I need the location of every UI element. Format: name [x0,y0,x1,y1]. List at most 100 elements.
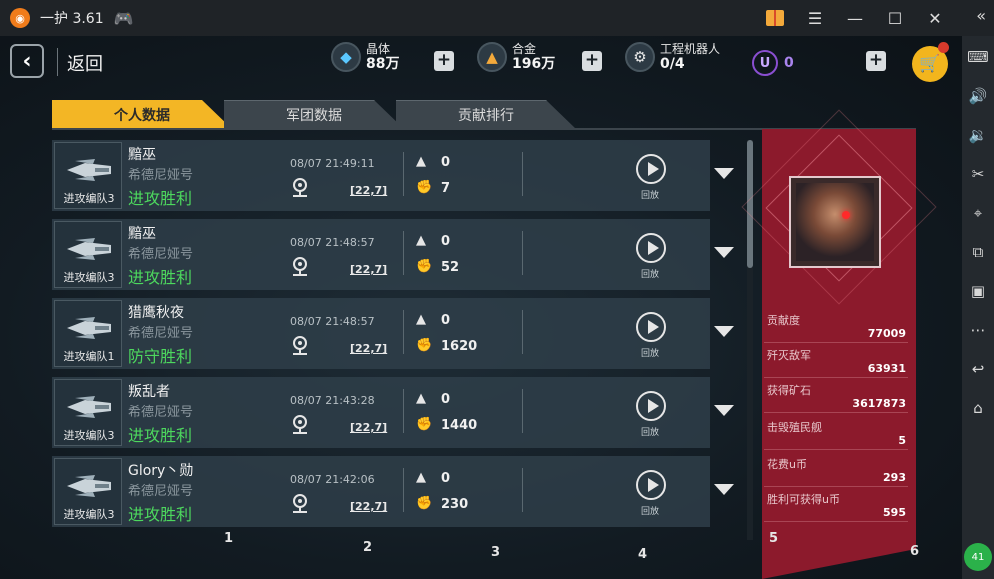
game-screen: ‹ 返回 ◆ 晶体 88万 + ▲ 合金 196万 + ⚙ 工程机器人 0/4 [0,36,962,579]
spaceship-icon [67,317,111,339]
back-button[interactable]: ‹ [10,44,44,78]
opponent-name: 黯巫 [128,147,156,163]
android-home-icon[interactable]: ⌂ [967,397,989,419]
battle-location: 希德尼娅号 [128,247,194,262]
battle-row[interactable]: 进攻编队3 黯巫 希德尼娅号 进攻胜利 08/07 21:48:57 [22,7… [52,219,734,290]
menu-icon[interactable]: ☰ [804,7,826,29]
map-pin-icon [293,415,307,434]
fleet-label: 进攻编队3 [63,192,115,205]
android-back-icon[interactable]: ↩ [967,358,989,380]
keyboard-icon[interactable]: ⌨ [967,46,989,68]
ship-loss-icon: ▲ [416,312,426,327]
coordinate-link[interactable]: [22,7] [350,421,387,434]
kills-value: 230 [441,497,469,512]
robot-label: 工程机器人 [660,42,721,56]
replay-button[interactable] [636,154,666,184]
location-icon[interactable]: ⌖ [967,202,989,224]
column-marker-1: 1 [224,531,234,546]
tab-legion-data[interactable]: 军团数据 [224,100,404,129]
volume-down-icon[interactable]: 🔉 [967,124,989,146]
add-alloy-button[interactable]: + [582,51,602,71]
replay-label: 回放 [641,270,660,280]
add-ucoin-button[interactable]: + [866,51,886,71]
coordinate-link[interactable]: [22,7] [350,263,387,276]
stat-label: 击毁殖民舰 [767,421,822,434]
coordinate-link[interactable]: [22,7] [350,342,387,355]
map-pin-icon [293,257,307,276]
stat-value: 77009 [867,327,906,340]
fleet-unit-icon: 进攻编队1 [54,300,122,367]
multi-instance-icon[interactable]: ⧉ [967,241,989,263]
losses-value: 0 [441,313,451,328]
collapse-sidebar-icon[interactable]: « [976,6,986,25]
battle-time: 08/07 21:48:57 [290,236,375,249]
expand-chevron-icon[interactable] [714,168,734,179]
fleet-label: 进攻编队1 [63,350,115,363]
alloy-label: 合金 [512,42,537,56]
stat-label: 花费u币 [767,458,807,471]
alloy-icon: ▲ [477,42,507,72]
coordinate-link[interactable]: [22,7] [350,184,387,197]
close-icon[interactable]: ✕ [924,7,946,29]
alloy-value: 196万 [512,56,556,72]
robot-resource: ⚙ 工程机器人 0/4 [625,42,720,72]
spaceship-icon [67,238,111,260]
opponent-name: 黯巫 [128,226,156,242]
stat-value: 63931 [867,362,906,375]
fist-icon: ✊ [416,259,433,274]
stat-label: 获得矿石 [767,384,811,397]
maximize-icon[interactable]: ☐ [884,7,906,29]
fist-icon: ✊ [416,338,433,353]
back-label[interactable]: 返回 [67,50,103,76]
fleet-label: 进攻编队3 [63,271,115,284]
more-icon[interactable]: ⋯ [967,319,989,341]
window-title: 一护 3.61 [40,11,104,27]
battle-time: 08/07 21:49:11 [290,157,375,170]
losses-value: 0 [441,234,451,249]
expand-chevron-icon[interactable] [714,247,734,258]
expand-chevron-icon[interactable] [714,484,734,495]
divider [522,389,523,433]
divider [403,231,404,275]
add-crystal-button[interactable]: + [434,51,454,71]
stat-divider [764,377,908,378]
replay-button[interactable] [636,233,666,263]
battle-location: 希德尼娅号 [128,326,194,341]
coordinate-link[interactable]: [22,7] [350,500,387,513]
replay-button[interactable] [636,312,666,342]
minimize-icon[interactable]: — [844,7,866,29]
ship-loss-icon: ▲ [416,391,426,406]
battle-row[interactable]: 进攻编队1 猎鹰秋夜 希德尼娅号 防守胜利 08/07 21:48:57 [22… [52,298,734,369]
fleet-unit-icon: 进攻编队3 [54,458,122,525]
battle-row[interactable]: 进攻编队3 黯巫 希德尼娅号 进攻胜利 08/07 21:49:11 [22,7… [52,140,734,211]
replay-label: 回放 [641,507,660,517]
tab-personal-data[interactable]: 个人数据 [52,100,232,129]
stat-label: 贡献度 [767,314,800,327]
apk-install-icon[interactable]: ▣ [967,280,989,302]
notification-badge[interactable]: 41 [964,543,992,571]
fleet-label: 进攻编队3 [63,508,115,521]
replay-button[interactable] [636,391,666,421]
gamepad-icon[interactable]: 🎮 [114,9,134,28]
tab-contribution-ranking[interactable]: 贡献排行 [396,100,576,129]
kills-value: 52 [441,260,460,275]
expand-chevron-icon[interactable] [714,326,734,337]
battle-time: 08/07 21:43:28 [290,394,375,407]
battle-row[interactable]: 进攻编队3 Glory丶勋 希德尼娅号 进攻胜利 08/07 21:42:06 … [52,456,734,527]
divider [522,310,523,354]
stat-value: 595 [883,506,906,519]
replay-button[interactable] [636,470,666,500]
gift-icon[interactable] [764,7,786,29]
expand-chevron-icon[interactable] [714,405,734,416]
map-pin-icon [293,494,307,513]
losses-value: 0 [441,392,451,407]
column-marker-6: 6 [910,544,920,559]
battle-row[interactable]: 进攻编队3 叛乱者 希德尼娅号 进攻胜利 08/07 21:43:28 [22,… [52,377,734,448]
divider [57,48,58,76]
robot-value: 0/4 [660,56,685,72]
stat-divider [764,449,908,450]
alloy-resource: ▲ 合金 196万 [477,42,555,72]
fist-icon: ✊ [416,417,433,432]
volume-up-icon[interactable]: 🔊 [967,85,989,107]
screenshot-scissors-icon[interactable]: ✂ [967,163,989,185]
